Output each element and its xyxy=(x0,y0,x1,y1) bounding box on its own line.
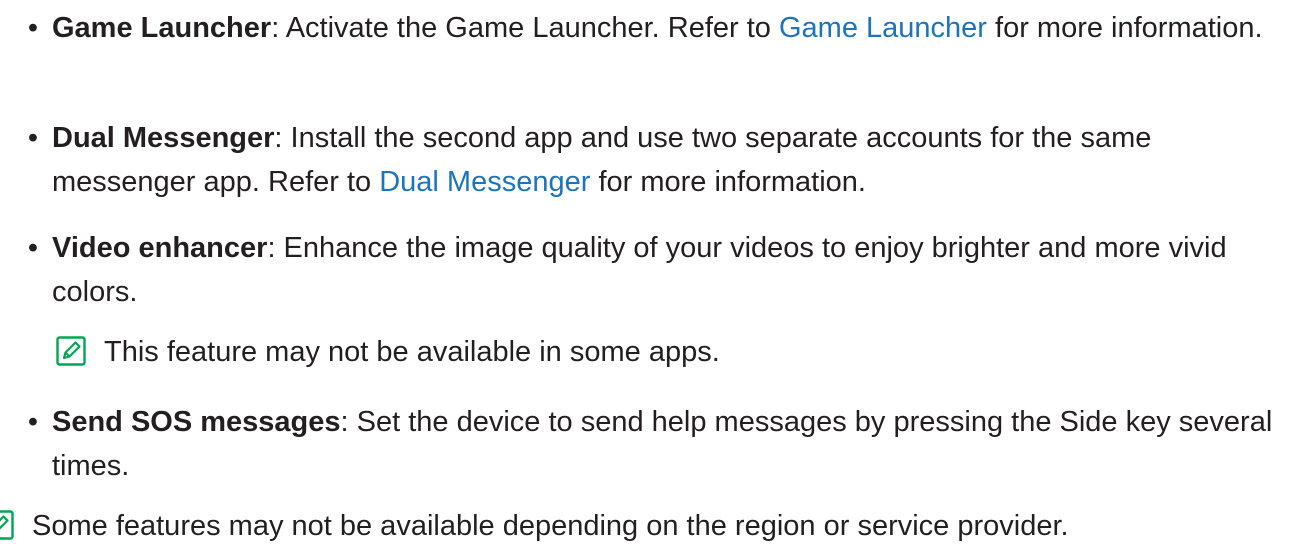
item-description: : Activate the Game Launcher. Refer to xyxy=(271,12,779,44)
item-text: Dual Messenger: Install the second app a… xyxy=(52,116,1297,204)
note-region: Some features may not be available depen… xyxy=(0,506,1300,550)
item-text: Video enhancer: Enhance the image qualit… xyxy=(52,226,1297,314)
note-text: This feature may not be available in som… xyxy=(104,336,720,368)
list-item-dual-messenger: • Dual Messenger: Install the second app… xyxy=(0,116,1300,206)
list-item-send-sos: • Send SOS messages: Set the device to s… xyxy=(0,400,1300,490)
link-dual-messenger[interactable]: Dual Messenger xyxy=(379,166,590,198)
bullet: • xyxy=(27,122,39,154)
note-pencil-icon xyxy=(56,336,86,366)
term-dual-messenger: Dual Messenger xyxy=(52,122,275,154)
term-send-sos: Send SOS messages xyxy=(52,406,341,438)
list-item-game-launcher: • Game Launcher: Activate the Game Launc… xyxy=(0,6,1300,96)
link-game-launcher[interactable]: Game Launcher xyxy=(779,12,987,44)
bullet: • xyxy=(27,406,39,438)
bullet: • xyxy=(27,232,39,264)
item-text: Game Launcher: Activate the Game Launche… xyxy=(52,6,1297,50)
term-video-enhancer: Video enhancer xyxy=(52,232,268,264)
item-description-tail: for more information. xyxy=(590,166,866,198)
note-text: Some features may not be available depen… xyxy=(32,510,1069,542)
item-description-tail: for more information. xyxy=(986,12,1263,44)
list-item-video-enhancer: • Video enhancer: Enhance the image qual… xyxy=(0,226,1300,316)
bullet: • xyxy=(27,12,39,44)
term-game-launcher: Game Launcher xyxy=(52,12,272,44)
item-text: Send SOS messages: Set the device to sen… xyxy=(52,400,1297,488)
note-video-enhancer: This feature may not be available in som… xyxy=(0,332,1300,376)
note-pencil-icon xyxy=(0,510,14,540)
settings-document: • Game Launcher: Activate the Game Launc… xyxy=(0,0,1302,555)
